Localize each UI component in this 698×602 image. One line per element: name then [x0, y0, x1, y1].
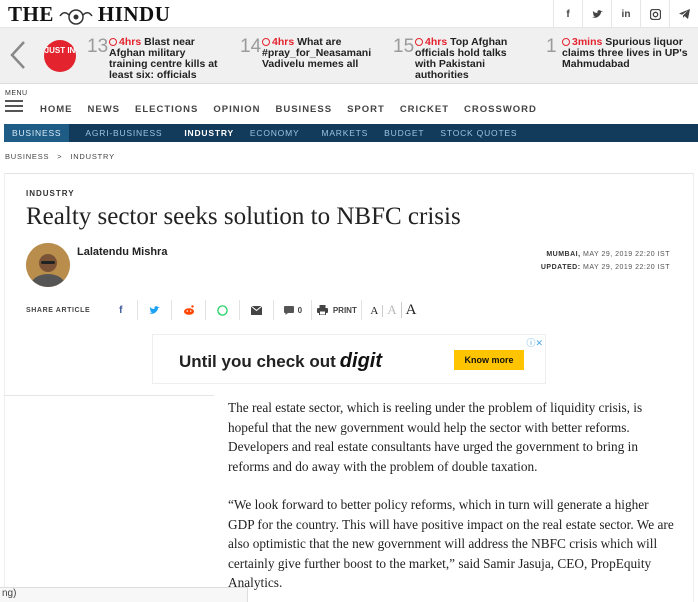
menu-button[interactable]: MENU — [5, 90, 27, 112]
advertisement[interactable]: Until you check out digit Know more ⓘ✕ — [152, 334, 546, 384]
ad-close-icon[interactable]: ⓘ✕ — [526, 336, 543, 349]
menu-label: MENU — [5, 90, 28, 97]
subnav-budget[interactable]: BUDGET — [376, 124, 432, 142]
chevron-left-icon[interactable] — [8, 40, 28, 70]
ticker-number: 15 — [393, 36, 415, 57]
breadcrumb-business[interactable]: BUSINESS — [5, 152, 49, 161]
telegram-icon[interactable] — [669, 0, 698, 28]
share-bar: SHARE ARTICLE f 0 PRINT A A A — [26, 300, 421, 320]
print-label: PRINT — [332, 305, 357, 315]
logo-text-right: HINDU — [97, 2, 171, 26]
subnav-stock-quotes[interactable]: STOCK QUOTES — [432, 124, 525, 142]
nav-cricket[interactable]: CRICKET — [400, 104, 449, 115]
clock-icon — [562, 38, 570, 46]
nav-home[interactable]: HOME — [40, 104, 73, 115]
main-nav: MENU HOME NEWS ELECTIONS OPINION BUSINES… — [0, 84, 698, 124]
nav-sport[interactable]: SPORT — [347, 104, 385, 115]
subnav-business[interactable]: BUSINESS — [4, 124, 70, 142]
clock-icon — [415, 38, 423, 46]
site-logo[interactable]: THE HINDU — [8, 2, 170, 27]
article-section[interactable]: INDUSTRY — [26, 189, 75, 198]
font-size-large[interactable]: A — [402, 302, 421, 319]
share-facebook-icon[interactable]: f — [104, 300, 139, 320]
share-reddit-icon[interactable] — [172, 300, 207, 320]
divider — [4, 395, 214, 396]
hamburger-icon — [5, 100, 23, 102]
ticker-item[interactable]: 13 4hrs Blast near Afghan military train… — [87, 36, 219, 81]
comment-icon — [283, 305, 294, 315]
ticker-text: 4hrs What are #pray_for_Neasamani Vadive… — [262, 37, 372, 77]
share-email-icon[interactable] — [240, 300, 275, 320]
article-headline: Realty sector seeks solution to NBFC cri… — [26, 203, 461, 230]
font-size-small[interactable]: A — [366, 304, 384, 317]
subnav-industry[interactable]: INDUSTRY — [176, 124, 242, 142]
article-paragraph: The real estate sector, which is reeling… — [228, 400, 643, 474]
ad-text: Until you check out — [179, 352, 336, 371]
subnav-agri-business[interactable]: AGRI-BUSINESS — [77, 124, 170, 142]
ticker-text: 3mins Spurious liquor claims three lives… — [562, 37, 692, 77]
just-in-badge: JUST IN — [44, 40, 76, 72]
published-line: MUMBAI, MAY 29, 2019 22:20 IST — [541, 248, 670, 261]
hamburger-icon-bar — [5, 105, 23, 107]
published-date: MAY 29, 2019 22:20 IST — [582, 251, 670, 258]
ticker-number: 13 — [87, 36, 109, 57]
linkedin-icon[interactable]: in — [611, 0, 640, 28]
emblem-icon — [58, 6, 94, 25]
breadcrumb: BUSINESS > INDUSTRY — [5, 152, 115, 161]
dateline-place: MUMBAI, — [546, 251, 581, 258]
ticker-number: 1 — [546, 36, 557, 57]
site-header: THE HINDU f in — [0, 0, 698, 28]
updated-label: UPDATED: — [540, 264, 581, 271]
comment-count: 0 — [297, 305, 303, 315]
clock-icon — [262, 38, 270, 46]
font-size-medium[interactable]: A — [383, 301, 402, 318]
nav-elections[interactable]: ELECTIONS — [135, 104, 198, 115]
ad-brand-logo: digit — [339, 350, 383, 372]
ticker-item[interactable]: 15 4hrs Top Afghan officials hold talks … — [393, 36, 525, 81]
status-bar-fragment: ng) — [0, 587, 248, 602]
nav-news[interactable]: NEWS — [88, 104, 121, 115]
news-ticker: JUST IN 13 4hrs Blast near Afghan milita… — [0, 28, 698, 84]
ticker-number: 14 — [240, 36, 262, 57]
nav-business[interactable]: BUSINESS — [276, 104, 333, 115]
author-avatar[interactable] — [26, 243, 70, 287]
subnav-economy[interactable]: ECONOMY — [242, 124, 308, 142]
logo-text-left: THE — [8, 2, 54, 26]
nav-crossword[interactable]: CROSSWORD — [464, 104, 537, 115]
instagram-icon[interactable] — [640, 0, 669, 28]
ticker-item[interactable]: 14 4hrs What are #pray_for_Neasamani Vad… — [240, 37, 372, 77]
updated-line: UPDATED: MAY 29, 2019 22:20 IST — [541, 261, 670, 274]
article-paragraph: “We look forward to better policy reform… — [228, 497, 674, 590]
hamburger-icon-bar — [5, 110, 23, 112]
font-size-controls: A A A — [366, 301, 421, 319]
nav-links: HOME NEWS ELECTIONS OPINION BUSINESS SPO… — [40, 104, 552, 115]
subnav-markets[interactable]: MARKETS — [313, 124, 376, 142]
article-body: The real estate sector, which is reeling… — [228, 398, 678, 602]
share-twitter-icon[interactable] — [138, 300, 173, 320]
clock-icon — [109, 38, 117, 46]
print-button[interactable]: PRINT — [312, 300, 363, 320]
ticker-text: 4hrs Top Afghan officials hold talks wit… — [415, 37, 525, 81]
nav-opinion[interactable]: OPINION — [213, 104, 260, 115]
comments-button[interactable]: 0 — [274, 300, 313, 320]
print-icon — [316, 305, 328, 315]
ad-know-more-button[interactable]: Know more — [454, 350, 524, 370]
ticker-item[interactable]: 1 3mins Spurious liquor claims three liv… — [546, 37, 692, 77]
twitter-icon[interactable] — [582, 0, 611, 28]
share-whatsapp-icon[interactable] — [206, 300, 241, 320]
section-subnav: BUSINESS AGRI-BUSINESS INDUSTRY ECONOMY … — [4, 124, 698, 142]
article-dateline: MUMBAI, MAY 29, 2019 22:20 IST UPDATED: … — [541, 248, 670, 274]
ticker-text: 4hrs Blast near Afghan military training… — [109, 37, 219, 81]
breadcrumb-separator: > — [57, 152, 63, 161]
ad-headline: Until you check out digit — [179, 350, 382, 373]
breadcrumb-industry[interactable]: INDUSTRY — [70, 152, 115, 161]
author-name[interactable]: Lalatendu Mishra — [77, 246, 167, 258]
share-label: SHARE ARTICLE — [26, 306, 91, 314]
social-links: f in — [553, 0, 698, 28]
updated-date: MAY 29, 2019 22:20 IST — [582, 264, 670, 271]
facebook-icon[interactable]: f — [553, 0, 582, 28]
just-in-label: JUST IN — [44, 46, 76, 55]
